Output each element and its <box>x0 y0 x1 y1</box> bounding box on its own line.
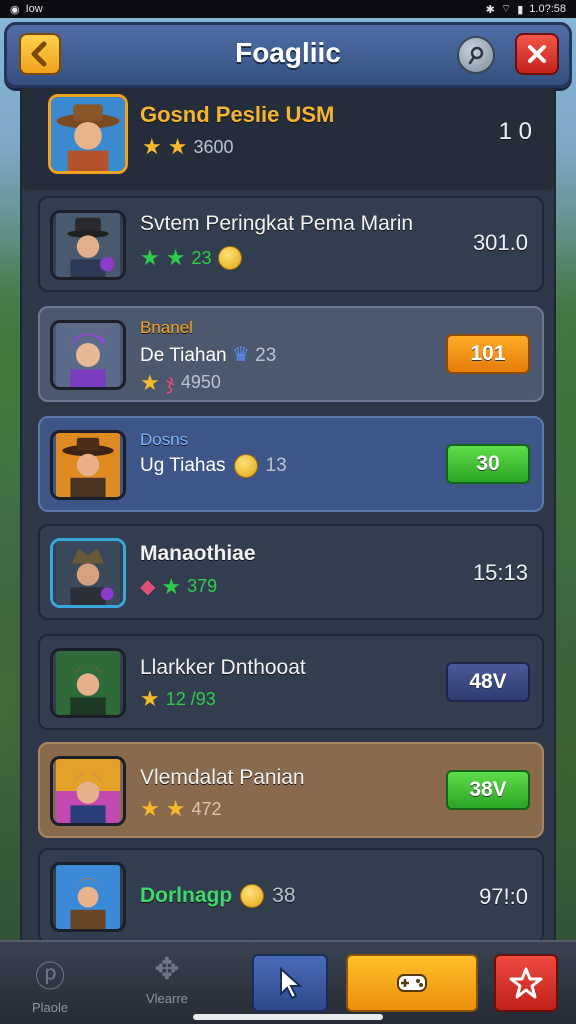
player-subtitle: Ug Tiahas 13 <box>140 454 287 478</box>
player-subtitle: De Tiahan ♛ 23 <box>140 342 276 367</box>
player-subtitle-text: De Tiahan <box>140 345 227 366</box>
home-indicator[interactable] <box>193 1014 383 1020</box>
star-icon: ★ <box>140 796 160 821</box>
favorite-action-button[interactable] <box>494 954 558 1012</box>
star-icon <box>509 967 543 999</box>
player-score: 97!:0 <box>479 884 528 909</box>
player-name-line: Dorlnagp 38 <box>140 884 296 908</box>
player-stats: ★ ჯ 4950 <box>140 370 221 395</box>
cursor-action-button[interactable] <box>252 954 328 1012</box>
player-stat-value: 23 <box>191 247 212 268</box>
score-button[interactable]: 38V <box>446 770 530 810</box>
status-time: 1.0?:58 <box>529 3 566 15</box>
player-stats: ★ ★ 23 <box>140 246 242 270</box>
heart-icon: ჯ <box>165 372 175 394</box>
leaderboard-row[interactable]: Llarkker Dnthooat ★ 12 /93 48V <box>38 634 544 730</box>
star-icon: ★ <box>142 134 162 159</box>
player-name: Llarkker Dnthooat <box>140 656 306 679</box>
player-stat-value: 472 <box>191 798 222 819</box>
player-sub-stat: 13 <box>265 455 287 476</box>
close-button[interactable] <box>515 33 559 75</box>
star-icon: ★ <box>165 245 186 270</box>
player-stat-value: 12 /93 <box>165 688 216 709</box>
score-button[interactable]: 101 <box>446 334 530 374</box>
player-name: Dosns <box>140 430 189 449</box>
player-name: Svtem Peringkat Pema Marin <box>140 212 414 235</box>
title-bar: Foagliic <box>4 22 572 88</box>
coin-icon <box>217 246 242 270</box>
cards-icon: ✥ <box>154 953 180 986</box>
leaderboard-row[interactable]: Vlemdalat Panian ★ ★ 472 38V <box>38 742 544 838</box>
player-name: Dorlnagp <box>140 884 233 907</box>
player-sub-stat: 23 <box>255 345 277 366</box>
leaderboard-row[interactable]: Gosnd Peslie USM ★ ★ 3600 1 0 <box>22 88 554 190</box>
nav-item-plaole[interactable]: ⓟ Plaole <box>32 952 68 1015</box>
star-icon: ★ <box>161 573 182 599</box>
star-icon: ★ <box>140 369 160 395</box>
star-icon: ★ <box>140 686 160 711</box>
status-bar: ◉ Iow ✱ ⌔ ▮ 1.0?:58 <box>0 0 576 18</box>
play-action-button[interactable] <box>346 954 478 1012</box>
ruby-icon: ◆ <box>140 576 156 598</box>
notification-icon: ◉ <box>10 3 20 16</box>
player-name: Gosnd Peslie USM <box>140 102 335 127</box>
leaderboard-row[interactable]: Svtem Peringkat Pema Marin ★ ★ 23 301.0 <box>38 196 544 292</box>
player-name: Manaothiae <box>140 542 256 565</box>
player-stat-value: 3600 <box>193 136 234 157</box>
coin-icon <box>240 884 265 908</box>
player-score: 15:13 <box>472 560 528 585</box>
signal-icon: ▮ <box>517 3 524 16</box>
leaderboard-row[interactable]: Dorlnagp 38 97!:0 <box>38 848 544 940</box>
player-name: Bnanel <box>140 318 193 337</box>
gamepad-icon <box>397 974 427 992</box>
bluetooth-icon: ✱ <box>485 3 495 16</box>
status-left-text: Iow <box>25 3 43 15</box>
player-stat-value: 38 <box>272 884 296 907</box>
player-stats: ◆ ★ 379 <box>140 574 217 599</box>
player-stats: ★ ★ 3600 <box>142 136 234 158</box>
player-stat-value: 4950 <box>180 372 221 392</box>
player-stats: ★ ★ 472 <box>140 798 222 820</box>
pin-icon: ⓟ <box>35 961 66 994</box>
cursor-icon <box>280 966 303 1000</box>
score-button-label: 101 <box>470 342 506 365</box>
crown-icon: ♛ <box>231 344 250 366</box>
player-avatar <box>50 430 126 500</box>
star-icon: ★ <box>140 245 160 270</box>
leaderboard-panel[interactable]: Gosnd Peslie USM ★ ★ 3600 1 0 Svtem Peri… <box>20 88 556 940</box>
player-avatar <box>48 94 128 174</box>
nav-label: Plaole <box>32 1000 69 1015</box>
nav-label: Vlearre <box>146 991 188 1006</box>
player-subtitle-text: Ug Tiahas <box>140 455 226 476</box>
player-avatar <box>50 648 126 718</box>
leaderboard-row[interactable]: Bnanel De Tiahan ♛ 23 ★ ჯ 4950 101 <box>38 306 544 402</box>
player-avatar <box>50 320 126 390</box>
leaderboard-row[interactable]: Manaothiae ◆ ★ 379 15:13 <box>38 524 544 620</box>
player-avatar <box>50 756 126 826</box>
player-score: 301.0 <box>472 230 528 255</box>
bottom-navigation: ⓟ Plaole ✥ Vlearre <box>0 940 576 1024</box>
player-stat-value: 379 <box>187 576 218 596</box>
star-icon: ★ <box>167 134 188 159</box>
score-button[interactable]: 48V <box>446 662 530 702</box>
score-button-label: 48V <box>469 670 507 693</box>
star-icon: ★ <box>165 796 186 821</box>
coin-icon <box>233 454 258 478</box>
help-icon <box>468 46 484 65</box>
player-avatar <box>50 862 126 932</box>
leaderboard-row[interactable]: Dosns Ug Tiahas 13 30 <box>38 416 544 512</box>
score-button[interactable]: 30 <box>446 444 530 484</box>
player-name: Vlemdalat Panian <box>140 766 305 789</box>
player-avatar <box>50 538 126 608</box>
nav-item-vlearre[interactable]: ✥ Vlearre <box>146 952 188 1006</box>
player-avatar <box>50 210 126 280</box>
player-stats: ★ 12 /93 <box>140 688 216 710</box>
help-button[interactable] <box>457 36 495 74</box>
score-button-label: 38V <box>469 778 507 801</box>
close-x-icon <box>528 45 546 63</box>
score-button-label: 30 <box>476 452 500 475</box>
wifi-icon: ⌔ <box>500 3 512 15</box>
player-score: 1 0 <box>498 118 532 145</box>
